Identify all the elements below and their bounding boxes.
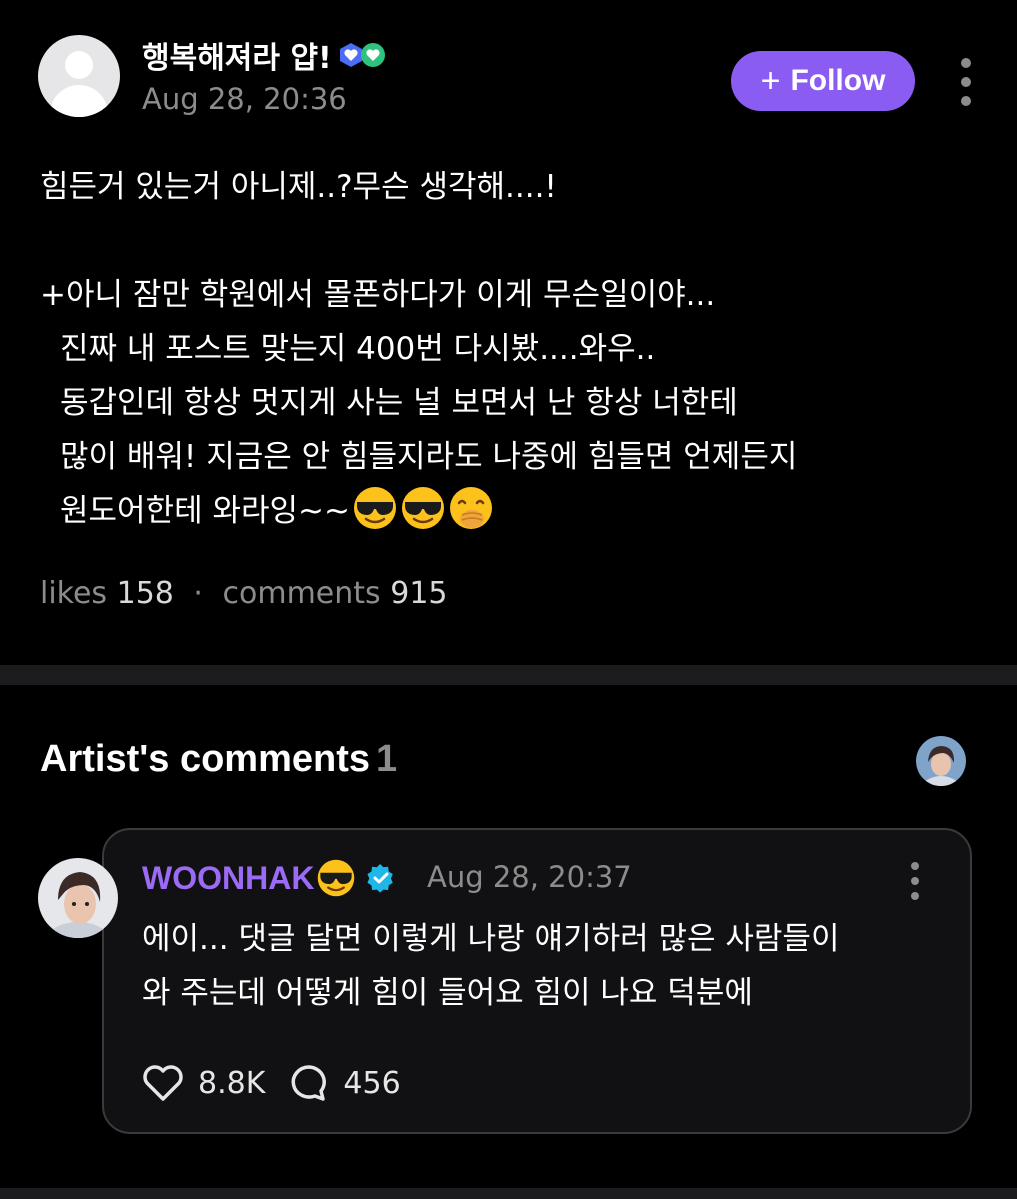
avatar-body-shape (50, 85, 108, 117)
post-header: 행복해져라 얍! Aug 28, 20:36 + Follow (0, 0, 1017, 140)
comment-date: Aug 28, 20:37 (427, 860, 632, 894)
reply-button[interactable]: 456 (289, 1063, 401, 1103)
comments-label: comments (222, 576, 381, 611)
post-line: 힘든거 있는거 아니제..?무슨 생각해....! (40, 169, 557, 205)
heart-icon (143, 1065, 183, 1101)
section-divider (0, 665, 1017, 685)
post-line: 많이 배워! 지금은 안 힘들지라도 나중에 힘들면 언제든지 (60, 439, 798, 475)
bottom-divider (0, 1188, 1017, 1199)
sunglasses-emoji-icon (352, 485, 398, 531)
reply-count: 456 (343, 1065, 401, 1101)
artist-comments-count: 1 (376, 738, 398, 780)
sunglasses-emoji-icon (400, 485, 446, 531)
comment-actions: 8.8K 456 (142, 1058, 401, 1108)
post-last-line: 원도어한테 와라잉~~ (40, 484, 980, 538)
hand-over-mouth-emoji-icon (448, 485, 494, 531)
comment-line: 에이... 댓글 달면 이렇게 나랑 얘기하러 많은 사람들이 (142, 921, 840, 957)
post-more-options-icon[interactable] (956, 58, 976, 106)
post-date: Aug 28, 20:36 (142, 82, 347, 116)
comment-more-options-icon[interactable] (905, 862, 925, 900)
post-line: 진짜 내 포스트 맞는지 400번 다시봤....와우.. (60, 331, 656, 367)
more-dot (911, 892, 919, 900)
comments-count: 915 (390, 576, 448, 611)
post-stats: likes 158 · comments 915 (40, 576, 448, 611)
commenter-avatar[interactable] (38, 858, 118, 938)
more-dot (911, 862, 919, 870)
likes-count: 158 (116, 576, 174, 611)
commenter-name-text: WOONHAK (142, 859, 315, 896)
author-name-text: 행복해져라 얍! (142, 41, 332, 76)
author-badges (338, 42, 386, 68)
more-dot (911, 877, 919, 885)
comment-text: 에이... 댓글 달면 이렇게 나랑 얘기하러 많은 사람들이 와 주는데 어떻… (142, 912, 952, 1020)
follow-button[interactable]: + Follow (731, 51, 915, 111)
artist-comments-title: Artist's comments 1 (40, 738, 397, 781)
like-count: 8.8K (198, 1065, 266, 1101)
likes-label: likes (40, 576, 108, 611)
artist-profile-thumbnail[interactable] (916, 736, 966, 786)
artist-comments-title-text: Artist's comments (40, 738, 371, 780)
green-heart-badge-icon (360, 43, 385, 67)
post-line: +아니 잠만 학원에서 몰폰하다가 이게 무슨일이야... (40, 277, 716, 313)
avatar-head-shape (65, 51, 93, 79)
comment-line: 와 주는데 어떻게 힘이 들어요 힘이 나요 덕분에 (142, 975, 753, 1011)
verified-badge-icon (367, 863, 394, 893)
post-line: 원도어한테 와라잉~~ (60, 493, 350, 529)
author-avatar[interactable] (38, 35, 120, 117)
author-name[interactable]: 행복해져라 얍! (142, 33, 386, 77)
stats-separator: · (193, 576, 203, 611)
follow-label: Follow (790, 64, 886, 97)
more-dot (961, 58, 971, 68)
plus-icon: + (760, 62, 781, 100)
post-line: 동갑인데 항상 멋지게 사는 널 보면서 난 항상 너한테 (60, 385, 738, 421)
comment-bubble-icon (291, 1065, 327, 1101)
post-body: 힘든거 있는거 아니제..?무슨 생각해....! +아니 잠만 학원에서 몰폰… (40, 160, 980, 538)
like-button[interactable]: 8.8K (142, 1064, 265, 1102)
commenter-name[interactable]: WOONHAK (142, 858, 396, 898)
sunglasses-emoji-icon (316, 858, 356, 898)
more-dot (961, 96, 971, 106)
more-dot (961, 77, 971, 87)
